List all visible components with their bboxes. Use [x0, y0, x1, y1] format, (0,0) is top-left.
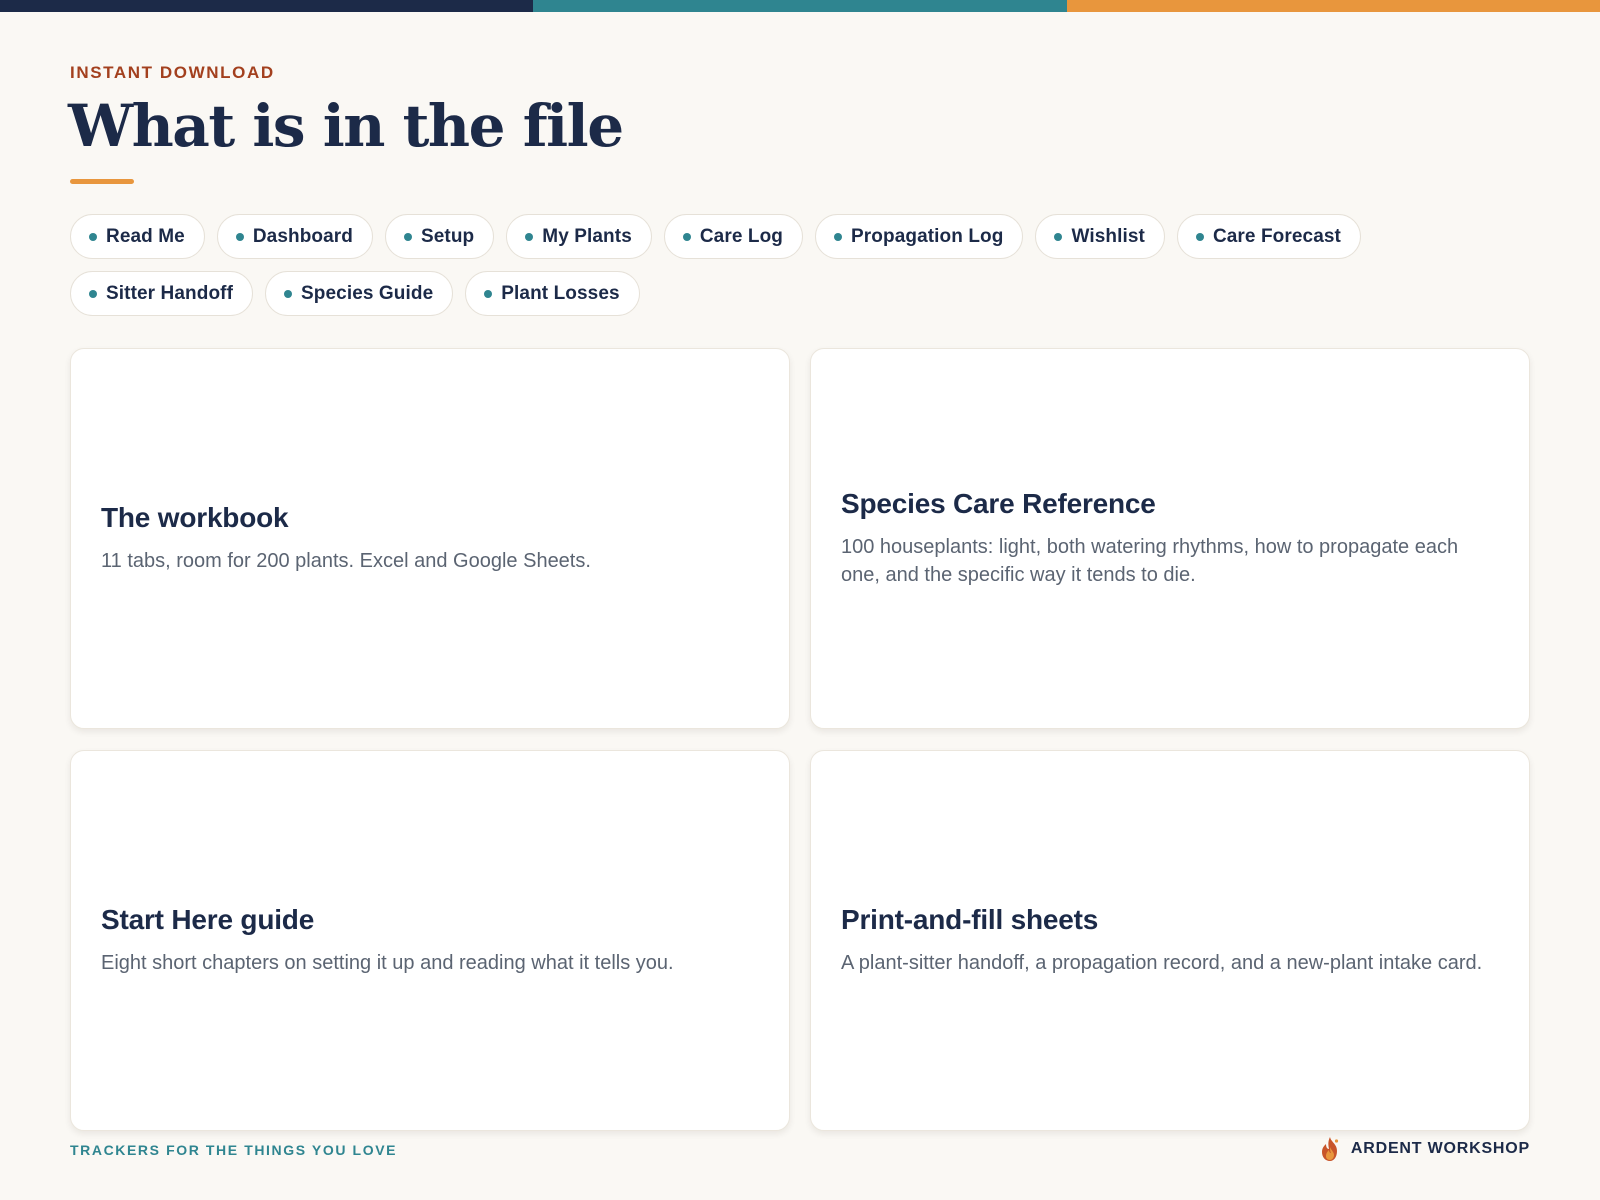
- top-bar-segment-orange: [1066, 0, 1600, 12]
- top-bar-segment-navy: [0, 0, 534, 12]
- card-description: A plant-sitter handoff, a propagation re…: [841, 952, 1483, 974]
- tab-label: My Plants: [542, 225, 632, 247]
- card-title: Print-and-fill sheets: [841, 904, 1099, 935]
- tab-label: Sitter Handoff: [106, 282, 234, 304]
- tab-label: Care Forecast: [1212, 225, 1341, 247]
- top-bar-segment-teal: [533, 0, 1067, 12]
- bullet-dot-icon: [525, 232, 534, 241]
- bullet-dot-icon: [1195, 232, 1204, 241]
- feature-card-workbook: The workbook 11 tabs, room for 200 plant…: [70, 348, 790, 729]
- tab-wishlist[interactable]: Wishlist: [1035, 214, 1165, 259]
- bullet-dot-icon: [484, 289, 493, 298]
- feature-card-print-sheets: Print-and-fill sheets A plant-sitter han…: [810, 750, 1530, 1131]
- bullet-dot-icon: [403, 232, 412, 241]
- top-color-bar: [0, 0, 1600, 12]
- bullet-dot-icon: [682, 232, 691, 241]
- bullet-dot-icon: [89, 232, 97, 241]
- footer-tagline: TRACKERS FOR THE THINGS YOU LOVE: [70, 1142, 398, 1158]
- tab-plant-losses[interactable]: Plant Losses: [465, 271, 640, 316]
- tab-my-plants[interactable]: My Plants: [506, 214, 652, 259]
- tab-label: Wishlist: [1071, 225, 1145, 247]
- flame-icon: [1321, 1137, 1338, 1161]
- bullet-dot-icon: [284, 289, 293, 298]
- tab-dashboard[interactable]: Dashboard: [216, 214, 373, 259]
- feature-card-species-reference: Species Care Reference 100 houseplants: …: [810, 348, 1530, 729]
- tab-label: Dashboard: [252, 225, 353, 247]
- tab-sitter-handoff[interactable]: Sitter Handoff: [70, 271, 254, 316]
- card-description: 11 tabs, room for 200 plants. Excel and …: [101, 550, 591, 572]
- feature-card-start-guide: Start Here guide Eight short chapters on…: [70, 750, 790, 1131]
- title-accent-rule: [70, 179, 134, 184]
- tab-read-me[interactable]: Read Me: [70, 214, 205, 259]
- tab-label: Plant Losses: [501, 282, 620, 304]
- card-title: Start Here guide: [101, 904, 315, 935]
- tab-propagation-log[interactable]: Propagation Log: [815, 214, 1024, 259]
- tab-setup[interactable]: Setup: [384, 214, 495, 259]
- page-title: What is in the file: [68, 92, 624, 160]
- card-description: 100 houseplants: light, both watering rh…: [841, 536, 1459, 586]
- bullet-dot-icon: [89, 289, 97, 298]
- tab-species-guide[interactable]: Species Guide: [265, 271, 454, 316]
- tab-care-log[interactable]: Care Log: [663, 214, 804, 259]
- tab-label: Care Log: [699, 225, 784, 247]
- bullet-dot-icon: [235, 232, 244, 241]
- brand-name: ARDENT WORKSHOP: [1350, 1140, 1530, 1157]
- tab-list: Read Me Dashboard Setup My Plants Care L…: [70, 214, 1430, 316]
- brand-logo: ARDENT WORKSHOP: [1319, 1136, 1530, 1162]
- eyebrow-label: INSTANT DOWNLOAD: [70, 63, 275, 82]
- tab-care-forecast[interactable]: Care Forecast: [1176, 214, 1361, 259]
- bullet-dot-icon: [834, 232, 843, 241]
- tab-label: Setup: [420, 225, 475, 247]
- card-description: Eight short chapters on setting it up an…: [101, 952, 674, 974]
- card-title: The workbook: [101, 502, 289, 533]
- tab-label: Species Guide: [301, 282, 434, 304]
- bullet-dot-icon: [1054, 232, 1063, 241]
- tab-label: Propagation Log: [851, 225, 1004, 247]
- tab-label: Read Me: [106, 225, 185, 247]
- card-title: Species Care Reference: [841, 488, 1156, 519]
